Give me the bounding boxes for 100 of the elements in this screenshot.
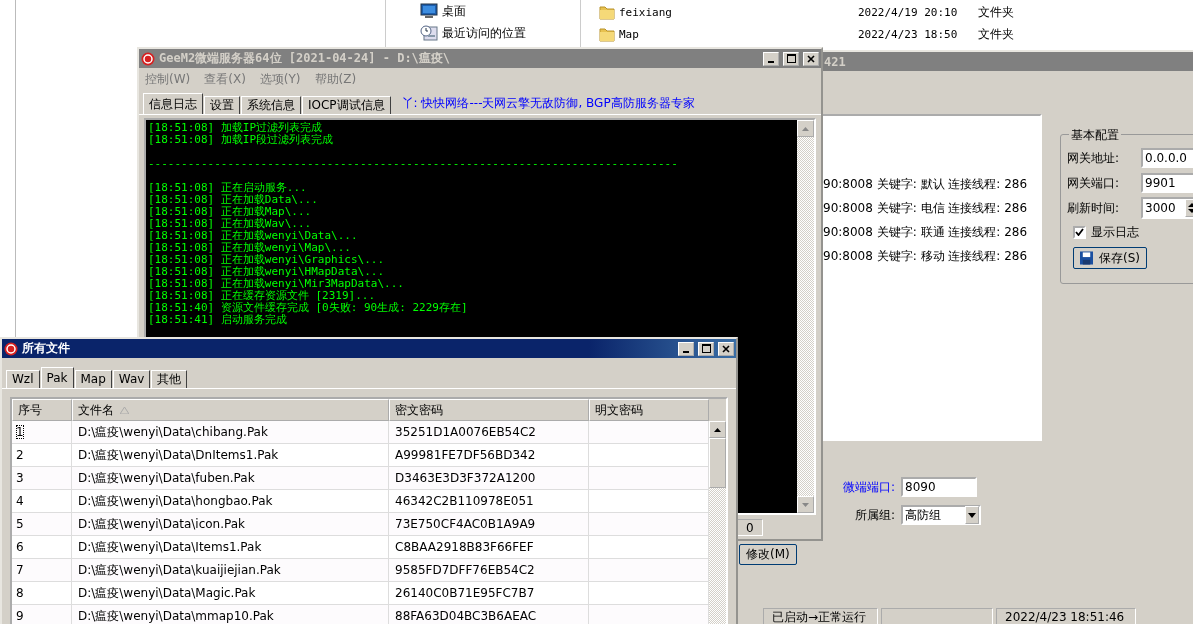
- save-button[interactable]: 保存(S): [1073, 247, 1147, 269]
- banner-text: 丫: 快快网络---天网云擎无敌防御, BGP高防服务器专家: [401, 94, 695, 112]
- column-header[interactable]: 密文密码: [389, 399, 589, 421]
- window-title: 421: [824, 54, 846, 69]
- app-icon: [4, 341, 18, 356]
- log-line: [18:51:08] 正在加载Wav\...: [148, 218, 313, 230]
- checkbox[interactable]: [1073, 225, 1086, 239]
- table-cell: 26140C0B71E95FC7B7: [389, 582, 589, 604]
- field-label: 刷新时间:: [1067, 199, 1121, 217]
- log-line: [18:51:08] 正在启动服务...: [148, 182, 308, 194]
- log-line: [18:51:08] 正在加载Data\...: [148, 194, 319, 206]
- table-cell: 7: [12, 559, 72, 581]
- connection-entry[interactable]: 90:8008 关键字: 电信 连接线程: 286: [823, 198, 1040, 218]
- table-cell: D:\瘟疫\wenyi\Data\hongbao.Pak: [72, 490, 389, 512]
- close-icon[interactable]: [722, 344, 730, 353]
- text-field[interactable]: 0.0.0.0: [1141, 148, 1193, 168]
- status-text: 2022/4/23 18:51:46: [996, 608, 1136, 624]
- table-cell: 8: [12, 582, 72, 604]
- folder-icon: [599, 26, 615, 42]
- table-cell: A99981FE7DF56BD342: [389, 444, 589, 466]
- log-line: [18:51:08] 正在加载wenyi\Graphics\...: [148, 254, 386, 266]
- file-name[interactable]: feixiang: [619, 5, 858, 19]
- window-title: 所有文件: [22, 340, 70, 357]
- file-date: 2022/4/23 18:50: [858, 27, 959, 41]
- log-line: [18:51:08] 正在加载wenyi\Data\...: [148, 230, 359, 242]
- tab[interactable]: 系统信息: [241, 96, 301, 114]
- clock-document-icon: [420, 25, 438, 41]
- log-line: [18:51:08] 正在加载wenyi\Mir3MapData\...: [148, 278, 405, 290]
- file-type: 文件夹: [978, 3, 1014, 21]
- table-cell: D:\瘟疫\wenyi\Data\chibang.Pak: [72, 421, 389, 443]
- tab[interactable]: Map: [74, 370, 112, 388]
- table-cell: 2: [12, 444, 72, 466]
- connection-list[interactable]: 90:8008 关键字: 默认 连接线程: 286 90:8008 关键字: 电信 连接线程: 286 90:8008 关键字: 联通 连接线程: 286 90:8008 关键字: 移动 连接线程: 286: [822, 114, 1042, 441]
- tab[interactable]: 其他: [151, 370, 188, 388]
- file-name[interactable]: Map: [619, 27, 858, 41]
- tab[interactable]: Wav: [112, 370, 151, 388]
- table-cell: 88FA63D04BC3B6AEAC: [389, 605, 589, 624]
- table-cell: D:\瘟疫\wenyi\Data\kuaijiejian.Pak: [72, 559, 389, 581]
- minimize-button[interactable]: [678, 341, 694, 356]
- file-type: 文件夹: [978, 25, 1014, 43]
- connection-entry[interactable]: 90:8008 关键字: 默认 连接线程: 286: [823, 174, 1040, 194]
- table-cell: D:\瘟疫\wenyi\Data\icon.Pak: [72, 513, 389, 535]
- monitor-icon: [420, 3, 438, 19]
- table-cell: 6: [12, 536, 72, 558]
- tab[interactable]: Pak: [40, 367, 74, 388]
- column-header[interactable]: 明文密码: [589, 399, 709, 421]
- table-cell: D:\瘟疫\wenyi\Data\fuben.Pak: [72, 467, 389, 489]
- group-dropdown[interactable]: 高防组: [901, 505, 981, 525]
- text-field[interactable]: 9901: [1141, 173, 1193, 193]
- table-cell: 35251D1A0076EB54C2: [389, 421, 589, 443]
- window-title: GeeM2微端服务器64位 [2021-04-24] - D:\瘟疫\: [159, 50, 451, 67]
- table-cell: 3: [12, 467, 72, 489]
- log-line: [18:51:08] 正在加载Map\...: [148, 206, 313, 218]
- table-cell: 73E750CF4AC0B1A9A9: [389, 513, 589, 535]
- table-cell: D:\瘟疫\wenyi\Data\mmap10.Pak: [72, 605, 389, 624]
- nav-item-label[interactable]: 桌面: [442, 2, 466, 20]
- column-header[interactable]: 序号: [12, 399, 72, 421]
- log-line: [18:51:08] 加载IP过滤列表完成: [148, 122, 324, 134]
- log-line: [18:51:41] 启动服务完成: [148, 314, 287, 326]
- field-label: 所属组:: [853, 506, 896, 524]
- table-cell: D:\瘟疫\wenyi\Data\Magic.Pak: [72, 582, 389, 604]
- table-cell: C8BAA2918B83F66FEF: [389, 536, 589, 558]
- connection-entry[interactable]: 90:8008 关键字: 移动 连接线程: 286: [823, 246, 1040, 266]
- caret-icon: [968, 512, 976, 518]
- table-cell: D3463E3D3F372A1200: [389, 467, 589, 489]
- status-text: 已启动→正常运行: [763, 608, 878, 624]
- file-date: 2022/4/19 20:10: [858, 5, 959, 19]
- table-cell: D:\瘟疫\wenyi\Data\DnItems1.Pak: [72, 444, 389, 466]
- tab[interactable]: 信息日志: [143, 93, 203, 114]
- field-label: 微端端口:: [841, 478, 896, 496]
- log-line: [18:51:40] 资源文件缓存完成 [0失败: 90生成: 2229存在]: [148, 302, 469, 314]
- table-cell: 9: [12, 605, 72, 624]
- spin-field[interactable]: 3000: [1141, 197, 1193, 219]
- tab[interactable]: 设置: [204, 96, 240, 114]
- tab[interactable]: Wzl: [6, 370, 40, 388]
- table-cell: 9585FD7DFF76EB54C2: [389, 559, 589, 581]
- scrollbar[interactable]: [709, 421, 726, 624]
- log-line: --------------------------------------------------------------------------------: [148, 158, 679, 170]
- checkbox-label: 显示日志: [1091, 223, 1139, 241]
- table-cell: 5: [12, 513, 72, 535]
- nav-item-label[interactable]: 最近访问的位置: [442, 24, 526, 42]
- scroll-thumb[interactable]: [709, 438, 726, 488]
- port-field[interactable]: 8090: [901, 477, 977, 497]
- table-cell: 1: [12, 421, 72, 443]
- app-icon: [141, 51, 155, 66]
- log-line: [18:51:08] 正在加载wenyi\Map\...: [148, 242, 351, 254]
- log-line: [18:51:08] 正在缓存资源文件 [2319]...: [148, 290, 376, 302]
- close-button[interactable]: [718, 341, 734, 356]
- log-line: [18:51:08] 加载IP段过滤列表完成: [148, 134, 335, 146]
- folder-icon: [599, 4, 615, 20]
- field-label: 网关地址:: [1067, 149, 1121, 167]
- group-title: 基本配置: [1069, 127, 1121, 144]
- log-line: [18:51:08] 正在加载wenyi\HMapData\...: [148, 266, 386, 278]
- tab[interactable]: IOCP调试信息: [302, 96, 391, 114]
- connection-entry[interactable]: 90:8008 关键字: 联通 连接线程: 286: [823, 222, 1040, 242]
- table-cell: 46342C2B110978E051: [389, 490, 589, 512]
- up-arrow-icon[interactable]: [714, 427, 721, 432]
- table-cell: 4: [12, 490, 72, 512]
- modify-button[interactable]: 修改(M): [739, 544, 797, 565]
- column-header[interactable]: 文件名: [72, 399, 389, 421]
